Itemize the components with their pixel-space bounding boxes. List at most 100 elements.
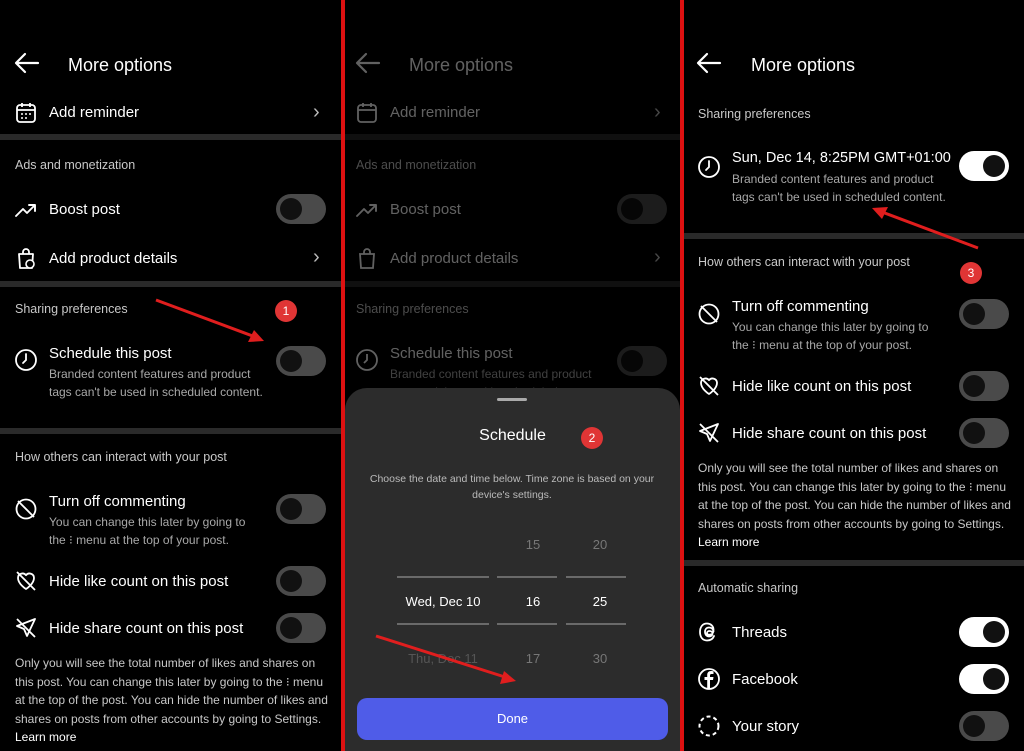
facebook-toggle[interactable] [959,664,1009,694]
hide-like-count-toggle[interactable] [959,371,1009,401]
annotation-arrow [155,298,264,342]
add-reminder-label[interactable]: Add reminder [49,104,139,121]
comment-off-icon [697,302,721,326]
annotation-arrow [375,634,516,684]
picker-line [497,576,557,578]
threads-toggle[interactable] [959,617,1009,647]
turn-off-commenting-label: Turn off commenting [732,298,869,315]
schedule-post-subtext: Branded content features and product tag… [49,367,263,399]
picker-line [566,623,626,625]
picker-minute-prev[interactable]: 20 [582,537,618,552]
your-story-toggle[interactable] [959,711,1009,741]
boost-post-label: Boost post [390,201,461,218]
section-divider [345,281,680,287]
section-automatic-sharing-heading: Automatic sharing [698,581,799,595]
hide-like-count-toggle[interactable] [276,566,326,596]
hide-share-count-label: Hide share count on this post [49,620,244,637]
page-title: More options [409,55,514,75]
send-off-icon [14,616,38,640]
heart-off-icon [697,374,721,398]
panel-more-options-1: More options Add reminder › Ads and mone… [0,0,341,751]
schedule-post-toggle [617,346,667,376]
turn-off-commenting-toggle[interactable] [276,494,326,524]
section-interact-heading: How others can interact with your post [698,255,910,269]
boost-post-toggle [617,194,667,224]
shopping-bag-icon [14,247,38,271]
panel-schedule-picker: More options Add reminder › Ads and mone… [341,0,684,751]
clock-icon [355,348,379,372]
page-title: More options [68,55,173,75]
story-ring-icon [697,714,721,738]
trending-up-icon [14,198,38,222]
back-arrow-icon [355,52,381,78]
threads-label: Threads [732,624,788,641]
section-sharing-heading: Sharing preferences [356,302,469,316]
chevron-right-icon[interactable]: › [313,101,320,124]
sheet-title: Schedule [479,427,546,444]
commenting-subtext: You can change this later by going to th… [732,320,929,352]
turn-off-commenting-toggle[interactable] [959,299,1009,329]
hide-share-count-toggle[interactable] [276,613,326,643]
comment-off-icon [14,497,38,521]
commenting-subtext: You can change this later by going to th… [49,515,246,547]
section-sharing-heading: Sharing preferences [698,107,811,121]
section-divider [0,134,341,140]
section-divider [345,134,680,140]
visibility-note: Only you will see the total number of li… [698,461,1011,549]
scheduled-time-label: Sun, Dec 14, 8:25PM GMT+01:00 [732,150,951,166]
learn-more-link[interactable]: Learn more [15,730,76,744]
turn-off-commenting-label: Turn off commenting [49,493,186,510]
boost-post-label: Boost post [49,201,120,218]
calendar-icon [355,101,379,125]
picker-line [497,623,557,625]
hide-like-count-label: Hide like count on this post [49,573,229,590]
section-divider [684,560,1024,566]
hide-like-count-label: Hide like count on this post [732,378,912,395]
back-arrow-icon[interactable] [14,52,40,78]
sheet-drag-handle[interactable] [497,398,527,401]
your-story-label: Your story [732,718,799,735]
clock-icon [14,348,38,372]
facebook-icon [697,667,721,691]
back-arrow-icon[interactable] [696,52,722,78]
section-divider [0,281,341,287]
annotation-arrow [872,207,979,250]
trending-up-icon [355,198,379,222]
heart-off-icon [14,569,38,593]
picker-hour-prev[interactable]: 15 [515,537,551,552]
schedule-bottom-sheet: Schedule 2 Choose the date and time belo… [345,388,680,751]
hide-share-count-toggle[interactable] [959,418,1009,448]
chevron-right-icon: › [654,101,661,123]
clock-icon [697,155,721,179]
picker-line [397,623,489,625]
picker-date-selected[interactable]: Wed, Dec 10 [397,594,489,609]
picker-minute-selected[interactable]: 25 [582,594,618,609]
picker-minute-next[interactable]: 30 [582,651,618,666]
add-product-details-label[interactable]: Add product details [49,250,177,267]
facebook-label: Facebook [732,671,798,688]
add-reminder-label: Add reminder [390,104,481,121]
add-product-details-label: Add product details [390,250,519,267]
shopping-bag-icon [355,247,379,271]
chevron-right-icon: › [654,246,661,268]
step-badge-3: 3 [960,262,982,284]
sheet-hint: Choose the date and time below. Time zon… [369,473,655,501]
picker-hour-selected[interactable]: 16 [515,594,551,609]
picker-line [397,576,489,578]
step-badge-2: 2 [581,427,603,449]
schedule-post-label: Schedule this post [390,345,513,362]
send-off-icon [697,421,721,445]
section-interact-heading: How others can interact with your post [15,450,227,464]
threads-icon [697,620,721,644]
panel-more-options-3: More options Sharing preferences Sun, De… [684,0,1024,751]
boost-post-toggle[interactable] [276,194,326,224]
learn-more-link[interactable]: Learn more [698,535,759,549]
schedule-post-toggle[interactable] [959,151,1009,181]
picker-line [566,576,626,578]
schedule-post-toggle[interactable] [276,346,326,376]
calendar-icon [14,101,38,125]
chevron-right-icon[interactable]: › [313,246,320,269]
page-title: More options [751,55,856,75]
done-button[interactable]: Done [357,698,668,740]
section-ads-heading: Ads and monetization [356,158,477,172]
